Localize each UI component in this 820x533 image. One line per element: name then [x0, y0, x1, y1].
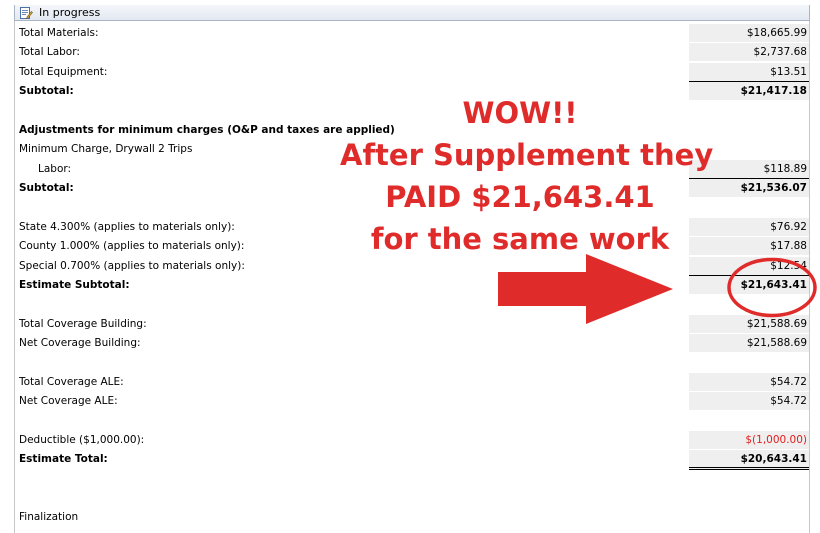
special-tax-label: Special 0.700% (applies to materials onl…	[19, 260, 245, 272]
annotation-text: WOW!! After Supplement they PAID $21,643…	[340, 92, 714, 260]
estimate-subtotal-label: Estimate Subtotal:	[19, 279, 130, 291]
net-coverage-ale-label: Net Coverage ALE:	[19, 395, 118, 407]
subtotal-label: Subtotal:	[19, 85, 74, 97]
deductible-value: $(1,000.00)	[689, 431, 809, 449]
annotation-line-1: WOW!!	[462, 96, 578, 130]
red-arrow-icon	[498, 254, 673, 324]
total-coverage-ale-value: $54.72	[689, 373, 809, 391]
minimum-charge-label: Minimum Charge, Drywall 2 Trips	[19, 143, 193, 155]
total-equipment-label: Total Equipment:	[19, 66, 108, 78]
state-tax-value: $76.92	[689, 218, 809, 236]
estimate-total-label: Estimate Total:	[19, 453, 108, 465]
annotation-line-3: PAID $21,643.41	[385, 180, 655, 214]
subtotal-value: $21,417.18	[689, 81, 809, 100]
highlight-circle	[727, 257, 817, 318]
total-coverage-ale-label: Total Coverage ALE:	[19, 376, 124, 388]
county-tax-value: $17.88	[689, 237, 809, 255]
county-tax-label: County 1.000% (applies to materials only…	[19, 240, 245, 252]
total-materials-value: $18,665.99	[689, 24, 809, 42]
state-tax-label: State 4.300% (applies to materials only)…	[19, 221, 235, 233]
annotation-line-2: After Supplement they	[340, 138, 714, 172]
status-title: In progress	[39, 6, 101, 19]
net-coverage-ale-value: $54.72	[689, 392, 809, 410]
status-header: In progress	[14, 5, 810, 21]
adjusted-subtotal-value: $21,536.07	[689, 178, 809, 197]
total-coverage-building-label: Total Coverage Building:	[19, 318, 147, 330]
total-labor-value: $2,737.68	[689, 43, 809, 61]
left-border	[14, 21, 15, 533]
total-labor-label: Total Labor:	[19, 46, 80, 58]
edit-document-icon	[20, 7, 33, 19]
total-materials-label: Total Materials:	[19, 27, 99, 39]
estimate-total-value: $20,643.41	[689, 450, 809, 470]
adjustment-labor-label: Labor:	[38, 163, 72, 175]
net-coverage-building-label: Net Coverage Building:	[19, 337, 141, 349]
total-equipment-value: $13.51	[689, 63, 809, 81]
adjustments-heading: Adjustments for minimum charges (O&P and…	[19, 124, 395, 136]
deductible-label: Deductible ($1,000.00):	[19, 434, 145, 446]
net-coverage-building-value: $21,588.69	[689, 334, 809, 352]
finalization-label: Finalization	[19, 511, 79, 523]
adjusted-subtotal-label: Subtotal:	[19, 182, 74, 194]
